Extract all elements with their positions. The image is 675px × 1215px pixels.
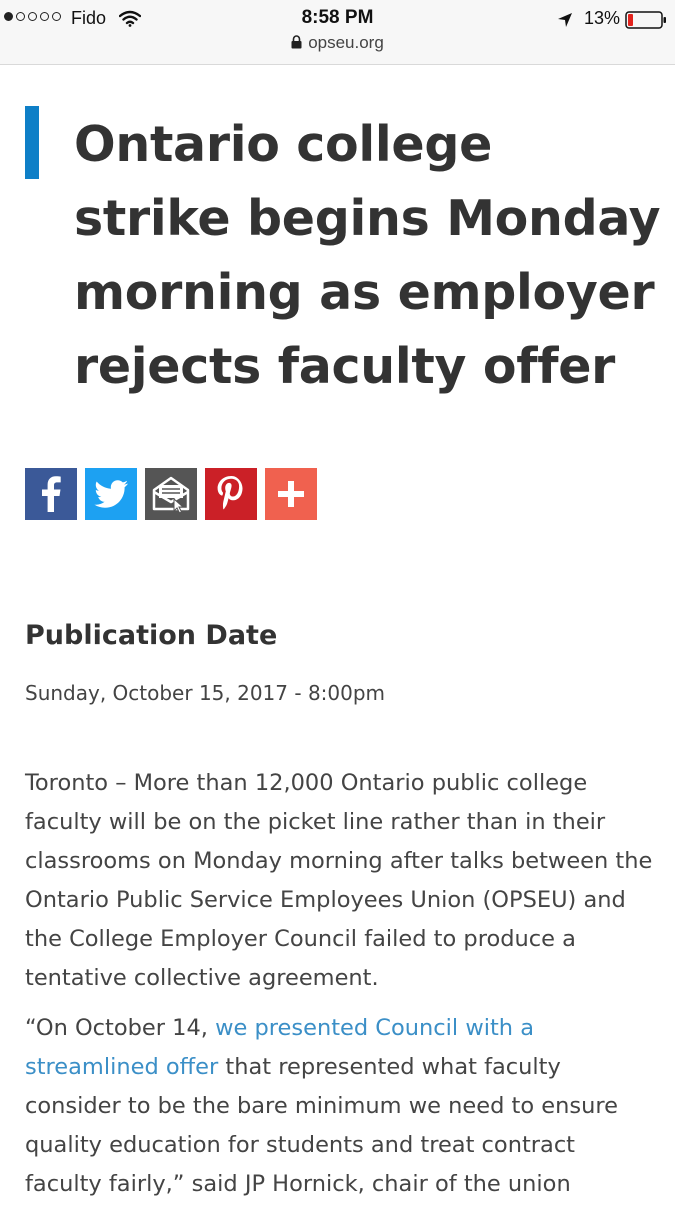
- clock: 8:58 PM: [301, 7, 374, 28]
- more-share-button[interactable]: [265, 468, 317, 520]
- location-arrow-icon: [558, 13, 572, 27]
- article-paragraph: Toronto – More than 12,000 Ontario publi…: [25, 770, 653, 991]
- paragraph-text: “On October 14,: [25, 1015, 216, 1041]
- pinterest-icon: [217, 476, 243, 510]
- share-buttons: [25, 468, 317, 520]
- browser-chrome: Fido 8:58 PM 13% opseu.org: [0, 0, 675, 65]
- article-body: Toronto – More than 12,000 Ontario publi…: [25, 764, 655, 1215]
- publication-date: Sunday, October 15, 2017 - 8:00pm: [25, 681, 386, 705]
- twitter-icon: [94, 480, 128, 508]
- status-bar: Fido 8:58 PM 13%: [0, 3, 675, 33]
- battery-icon: [625, 11, 666, 29]
- plus-icon: [278, 481, 304, 507]
- article-title: Ontario college strike begins Monday mor…: [74, 116, 661, 395]
- facebook-icon: [42, 476, 61, 512]
- address-bar[interactable]: opseu.org: [0, 33, 675, 53]
- lock-icon: [291, 35, 302, 49]
- url-text: opseu.org: [308, 33, 384, 52]
- battery-percentage: 13%: [584, 8, 621, 28]
- title-accent-bar: [25, 106, 39, 179]
- email-share-button[interactable]: [145, 468, 197, 520]
- twitter-share-button[interactable]: [85, 468, 137, 520]
- facebook-share-button[interactable]: [25, 468, 77, 520]
- pinterest-share-button[interactable]: [205, 468, 257, 520]
- publication-date-heading: Publication Date: [25, 620, 278, 651]
- email-icon: [152, 476, 190, 514]
- article-paragraph: “On October 14, we presented Council wit…: [25, 1009, 655, 1204]
